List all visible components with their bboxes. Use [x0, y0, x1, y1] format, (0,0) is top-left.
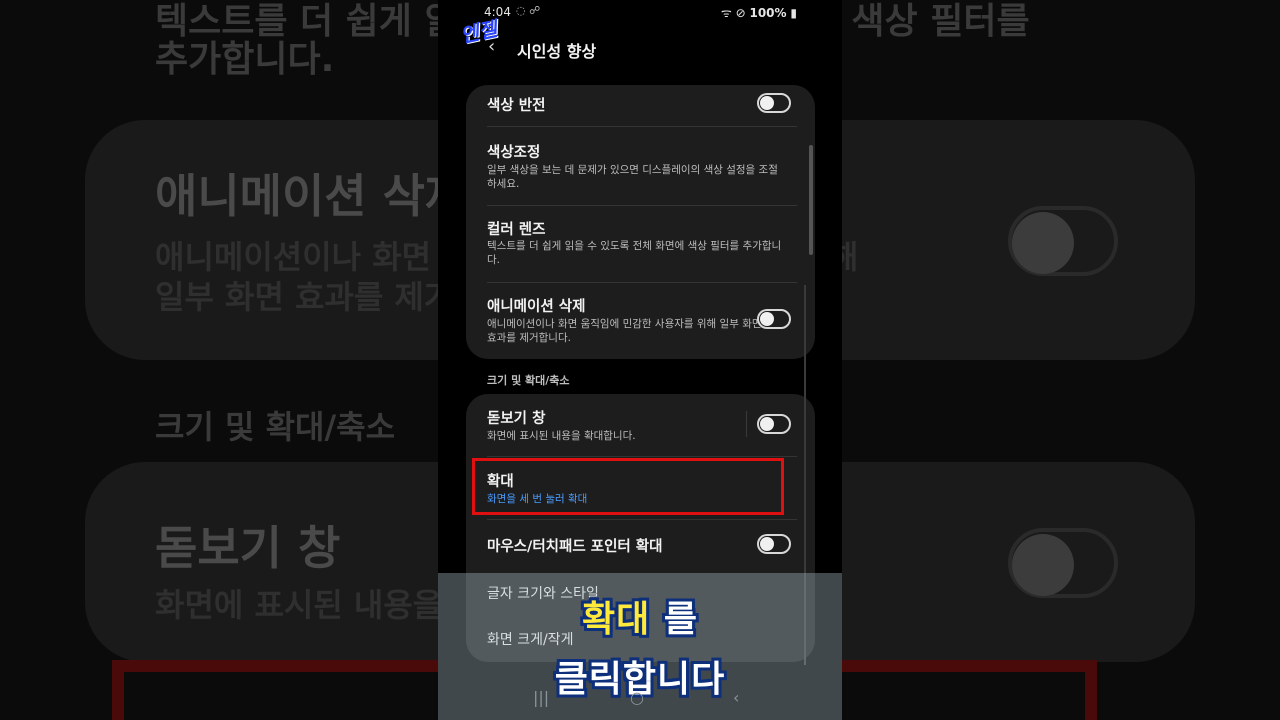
setting-description: 화면에 표시된 내용을 확대합니다.	[487, 430, 636, 442]
toggle-knob	[760, 417, 774, 431]
setting-magnifier-window[interactable]: 돋보기 창 화면에 표시된 내용을 확대합니다.	[466, 394, 815, 456]
setting-label: 색상 반전	[487, 98, 546, 114]
battery-level: 100%	[749, 6, 787, 20]
highlight-box	[472, 458, 784, 515]
setting-color-inversion[interactable]: 색상 반전	[466, 85, 815, 127]
settings-card-visual: 색상 반전 색상조정 일부 색상을 보는 데 문제가 있으면 디스플레이의 색상…	[466, 85, 815, 359]
notification-icons: ◌ ☍	[516, 4, 541, 17]
back-arrow-icon[interactable]: ‹	[488, 36, 495, 57]
recents-icon[interactable]: |||	[533, 688, 549, 707]
setting-description: 텍스트를 더 쉽게 읽을 수 있도록 전체 화면에 색상 필터를 추가합니다.	[487, 240, 782, 266]
remove-animations-toggle[interactable]	[757, 309, 791, 329]
setting-label: 돋보기 창	[487, 411, 546, 427]
setting-color-adjustment[interactable]: 색상조정 일부 색상을 보는 데 문제가 있으면 디스플레이의 색상 설정을 조…	[466, 127, 815, 205]
setting-color-lens[interactable]: 컬러 렌즈 텍스트를 더 쉽게 읽을 수 있도록 전체 화면에 색상 필터를 추…	[466, 206, 815, 282]
setting-label: 컬러 렌즈	[487, 222, 546, 238]
toggle-knob	[760, 312, 774, 326]
caption-rest: 를	[663, 599, 698, 640]
vertical-separator	[746, 411, 747, 437]
status-bar: 4:04 ◌ ☍ ᯤ ⊘ 100% ▮	[438, 0, 842, 26]
toggle-knob	[760, 537, 774, 551]
bg-section: 크기 및 확대/축소	[155, 408, 396, 446]
setting-remove-animations[interactable]: 애니메이션 삭제 애니메이션이나 화면 움직임에 민감한 사용자를 위해 일부 …	[466, 283, 815, 359]
bg-magnifier-title: 돋보기 창	[155, 521, 341, 575]
bg-toggle-2	[1008, 528, 1118, 598]
magnifier-window-toggle[interactable]	[757, 414, 791, 434]
wifi-mute-icon: ᯤ ⊘	[720, 6, 746, 20]
system-icons: ᯤ ⊘ 100% ▮	[721, 4, 797, 21]
setting-label: 색상조정	[487, 145, 541, 161]
section-header: 크기 및 확대/축소	[487, 374, 570, 387]
caption-highlight: 확대	[582, 599, 651, 640]
bg-toggle-1	[1008, 206, 1118, 276]
setting-label: 마우스/터치패드 포인터 확대	[487, 539, 663, 555]
scrollbar-thumb[interactable]	[809, 145, 813, 255]
navigation-bar: ||| ○ ‹	[438, 686, 842, 716]
nav-back-icon[interactable]: ‹	[733, 688, 739, 707]
bg-line2: 추가합니다.	[155, 39, 335, 80]
color-inversion-toggle[interactable]	[757, 93, 791, 113]
setting-description: 애니메이션이나 화면 움직임에 민감한 사용자를 위해 일부 화면 효과를 제거…	[487, 318, 762, 344]
toggle-knob	[760, 96, 774, 110]
setting-label: 애니메이션 삭제	[487, 299, 586, 315]
phone-screen: 4:04 ◌ ☍ ᯤ ⊘ 100% ▮ 엔젤 ‹ 시인성 향상 색상 반전 색상…	[438, 0, 842, 720]
app-bar: ‹ 시인성 향상	[438, 30, 842, 66]
battery-icon: ▮	[790, 6, 797, 20]
page-title: 시인성 향상	[517, 42, 597, 61]
caption-line-1: 확대 를	[438, 590, 842, 642]
setting-description: 일부 색상을 보는 데 문제가 있으면 디스플레이의 색상 설정을 조절하세요.	[487, 164, 778, 190]
bg-anim-title: 애니메이션 삭제	[155, 169, 468, 223]
pointer-magnify-toggle[interactable]	[757, 534, 791, 554]
home-icon[interactable]: ○	[630, 688, 644, 707]
setting-pointer-magnify[interactable]: 마우스/터치패드 포인터 확대	[466, 520, 815, 570]
